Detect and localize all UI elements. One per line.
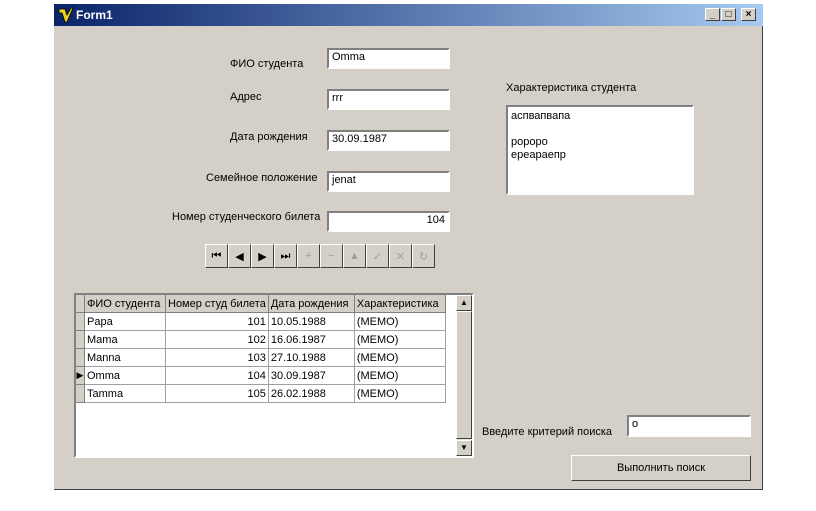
search-button[interactable]: Выполнить поиск: [571, 455, 751, 481]
student-ticket-label: Номер студенческого билета: [172, 211, 321, 223]
table-cell[interactable]: (MEMO): [354, 330, 446, 349]
characteristic-memo[interactable]: аспвапвапа ророрo ереараепр: [506, 105, 694, 195]
nav-cancel-button[interactable]: ✕: [389, 244, 412, 268]
col-header-birth[interactable]: Дата рождения: [268, 295, 355, 313]
scroll-down-icon[interactable]: ▼: [456, 440, 472, 456]
address-field[interactable]: rrr: [327, 89, 450, 110]
table-row[interactable]: Tamma 105 26.02.1988 (MEMO): [76, 384, 446, 403]
grid-table: ФИО студента Номер студ билета Дата рожд…: [76, 295, 446, 403]
title-bar[interactable]: Form1 _ □ ×: [54, 4, 763, 26]
row-indicator[interactable]: [76, 330, 85, 349]
nav-delete-icon: −: [328, 250, 335, 262]
row-indicator[interactable]: [76, 384, 85, 403]
family-status-field[interactable]: jenat: [327, 171, 450, 192]
birth-date-label: Дата рождения: [230, 131, 308, 143]
nav-first-button[interactable]: ⏮: [205, 244, 228, 268]
close-icon[interactable]: ×: [741, 8, 756, 21]
maximize-icon[interactable]: □: [721, 8, 736, 21]
table-cell[interactable]: (MEMO): [354, 384, 446, 403]
nav-cancel-icon: ✕: [395, 250, 406, 263]
nav-refresh-button[interactable]: ↻: [412, 244, 435, 268]
col-header-characteristic[interactable]: Характеристика: [354, 295, 446, 313]
grid-corner: [76, 295, 85, 313]
nav-next-button[interactable]: ▶: [251, 244, 274, 268]
table-cell[interactable]: 27.10.1988: [268, 348, 355, 367]
main-window: Form1 _ □ × ФИО студента Omma Адрес rrr …: [54, 4, 763, 490]
scroll-thumb[interactable]: [456, 311, 472, 439]
table-row[interactable]: Papa 101 10.05.1988 (MEMO): [76, 312, 446, 331]
nav-post-icon: ✓: [372, 250, 383, 263]
nav-next-icon: ▶: [258, 250, 267, 263]
table-cell[interactable]: 101: [165, 312, 269, 331]
student-ticket-field[interactable]: 104: [327, 211, 450, 232]
nav-edit-button[interactable]: ▲: [343, 244, 366, 268]
search-input[interactable]: o: [627, 415, 751, 437]
scroll-up-icon[interactable]: ▲: [456, 295, 472, 311]
table-cell[interactable]: Papa: [84, 312, 166, 331]
grid-header-row: ФИО студента Номер студ билета Дата рожд…: [76, 295, 446, 313]
table-cell[interactable]: 10.05.1988: [268, 312, 355, 331]
table-cell[interactable]: 16.06.1987: [268, 330, 355, 349]
nav-delete-button[interactable]: −: [320, 244, 343, 268]
grid-vertical-scrollbar[interactable]: ▲ ▼: [456, 295, 472, 456]
table-cell[interactable]: 26.02.1988: [268, 384, 355, 403]
minimize-icon[interactable]: _: [705, 8, 720, 21]
students-grid[interactable]: ФИО студента Номер студ билета Дата рожд…: [74, 293, 474, 458]
row-indicator[interactable]: [76, 312, 85, 331]
nav-post-button[interactable]: ✓: [366, 244, 389, 268]
nav-edit-icon: ▲: [349, 250, 360, 262]
nav-first-icon: ⏮: [211, 249, 222, 262]
col-header-fio[interactable]: ФИО студента: [84, 295, 166, 313]
search-label: Введите критерий поиска: [482, 426, 613, 438]
nav-prior-icon: ◀: [235, 250, 244, 263]
table-cell[interactable]: Manna: [84, 348, 166, 367]
address-label: Адрес: [230, 91, 262, 103]
table-cell[interactable]: Tamma: [84, 384, 166, 403]
family-status-label: Семейное положение: [206, 172, 318, 184]
table-cell[interactable]: 102: [165, 330, 269, 349]
window-title: Form1: [76, 8, 113, 22]
table-cell[interactable]: (MEMO): [354, 348, 446, 367]
table-cell[interactable]: 30.09.1987: [268, 366, 355, 385]
db-navigator: ⏮ ◀ ▶ ⏭ + − ▲ ✓ ✕ ↻: [205, 244, 435, 270]
row-indicator[interactable]: [76, 348, 85, 367]
fio-field[interactable]: Omma: [327, 48, 450, 69]
characteristic-label: Характеристика студента: [506, 82, 637, 94]
nav-last-button[interactable]: ⏭: [274, 244, 297, 268]
table-row[interactable]: Mama 102 16.06.1987 (MEMO): [76, 330, 446, 349]
nav-insert-button[interactable]: +: [297, 244, 320, 268]
nav-last-icon: ⏭: [280, 249, 291, 262]
table-cell[interactable]: 103: [165, 348, 269, 367]
table-cell[interactable]: Omma: [84, 366, 166, 385]
delphi-app-icon: [58, 7, 74, 23]
table-cell[interactable]: (MEMO): [354, 366, 446, 385]
fio-label: ФИО студента: [230, 58, 304, 70]
row-indicator[interactable]: ▶: [76, 366, 85, 385]
table-row[interactable]: ▶ Omma 104 30.09.1987 (MEMO): [76, 366, 446, 385]
col-header-ticket[interactable]: Номер студ билета: [165, 295, 269, 313]
birth-date-field[interactable]: 30.09.1987: [327, 130, 450, 151]
nav-refresh-icon: ↻: [418, 250, 429, 263]
table-cell[interactable]: 104: [165, 366, 269, 385]
current-row-arrow-icon: ▶: [76, 370, 84, 380]
nav-prior-button[interactable]: ◀: [228, 244, 251, 268]
nav-insert-icon: +: [305, 250, 312, 262]
table-row[interactable]: Manna 103 27.10.1988 (MEMO): [76, 348, 446, 367]
table-cell[interactable]: Mama: [84, 330, 166, 349]
table-cell[interactable]: 105: [165, 384, 269, 403]
table-cell[interactable]: (MEMO): [354, 312, 446, 331]
